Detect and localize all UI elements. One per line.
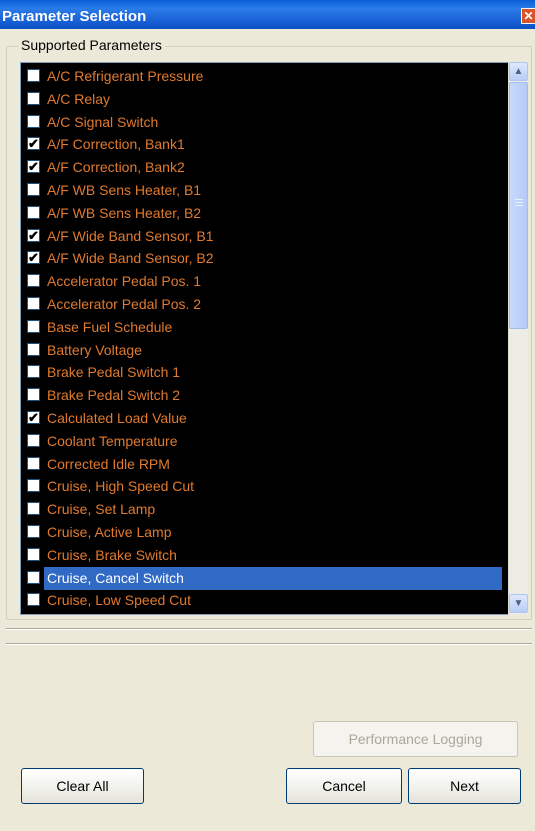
parameter-checkbox[interactable]: ✔ xyxy=(27,251,40,265)
parameter-row[interactable]: ✔ A/F Correction, Bank1 xyxy=(21,133,509,156)
parameter-label: Accelerator Pedal Pos. 1 xyxy=(47,273,202,290)
parameter-row[interactable]: Coolant Temperature xyxy=(21,430,509,453)
chevron-down-icon: ▼ xyxy=(513,598,524,609)
parameter-checkbox[interactable] xyxy=(27,456,40,470)
parameter-row[interactable]: ✔ A/F Wide Band Sensor, B2 xyxy=(21,247,509,270)
clear-all-button[interactable]: Clear All xyxy=(21,768,144,804)
scroll-thumb[interactable] xyxy=(509,82,528,329)
parameter-checkbox[interactable] xyxy=(27,388,40,402)
parameter-row[interactable]: Battery Voltage xyxy=(21,339,509,362)
scroll-up-button[interactable]: ▲ xyxy=(509,62,528,81)
grip-line xyxy=(515,202,523,203)
parameter-row[interactable]: Cruise, Brake Switch xyxy=(21,544,509,567)
parameter-label: Calculated Load Value xyxy=(47,410,187,426)
parameter-checkbox[interactable] xyxy=(27,547,40,561)
group-label: Supported Parameters xyxy=(18,37,165,53)
parameter-checkbox[interactable] xyxy=(27,342,40,356)
parameter-label: Battery Voltage xyxy=(47,341,142,358)
parameter-checkbox[interactable] xyxy=(27,205,40,219)
performance-logging-button[interactable]: Performance Logging xyxy=(313,721,518,757)
divider xyxy=(6,628,532,630)
parameter-checkbox[interactable] xyxy=(27,365,40,379)
parameter-checkbox[interactable]: ✔ xyxy=(27,411,40,424)
parameter-label: Brake Pedal Switch 1 xyxy=(47,364,181,381)
parameter-row[interactable]: Cruise, Cancel Switch xyxy=(21,566,509,590)
parameter-row[interactable]: Accelerator Pedal Pos. 2 xyxy=(21,293,509,316)
parameter-label: A/F Wide Band Sensor, B2 xyxy=(47,250,214,267)
parameter-checkbox[interactable] xyxy=(27,502,40,516)
window-title: Parameter Selection xyxy=(2,8,147,25)
parameter-checkbox[interactable] xyxy=(27,593,40,607)
parameter-row[interactable]: A/F WB Sens Heater, B2 xyxy=(21,202,509,225)
parameter-row[interactable]: Accelerator Pedal Pos. 1 xyxy=(21,270,509,293)
chevron-up-icon: ▲ xyxy=(513,66,524,77)
next-button[interactable]: Next xyxy=(408,768,521,804)
parameter-label: Corrected Idle RPM xyxy=(47,455,170,472)
parameter-row[interactable]: ✔ A/F Wide Band Sensor, B1 xyxy=(21,225,509,248)
parameter-row[interactable]: Cruise, Set Lamp xyxy=(21,498,509,521)
title-bar[interactable]: Parameter Selection ✕ xyxy=(0,0,535,29)
parameter-label: Cruise, Cancel Switch xyxy=(44,566,502,590)
parameter-label: A/F Correction, Bank1 xyxy=(47,136,185,153)
parameter-label: Cruise, Low Speed Cut xyxy=(47,592,191,609)
parameter-row[interactable]: A/C Refrigerant Pressure xyxy=(21,65,509,88)
cancel-button[interactable]: Cancel xyxy=(286,768,402,804)
parameter-label: A/F WB Sens Heater, B1 xyxy=(47,182,202,198)
parameter-label: A/C Signal Switch xyxy=(47,113,159,130)
parameter-label: Cruise, Active Lamp xyxy=(47,524,172,540)
parameter-row[interactable]: A/C Signal Switch xyxy=(21,111,509,134)
parameter-checkbox[interactable]: ✔ xyxy=(27,228,40,242)
parameter-row[interactable]: Cruise, Active Lamp xyxy=(21,521,509,544)
parameter-selection-dialog: Parameter Selection ✕ Supported Paramete… xyxy=(0,0,535,831)
parameter-row[interactable]: Base Fuel Schedule xyxy=(21,316,509,339)
parameter-label: Cruise, Set Lamp xyxy=(47,501,156,518)
parameter-checkbox[interactable] xyxy=(27,433,40,447)
parameter-checkbox[interactable] xyxy=(27,479,40,493)
parameter-label: Cruise, High Speed Cut xyxy=(47,478,195,495)
parameter-row[interactable]: Brake Pedal Switch 2 xyxy=(21,384,509,407)
parameter-label: Base Fuel Schedule xyxy=(47,318,173,335)
parameter-label: A/C Refrigerant Pressure xyxy=(47,68,204,84)
parameter-checkbox[interactable] xyxy=(27,69,40,82)
parameter-checkbox[interactable] xyxy=(27,274,40,288)
parameter-row[interactable]: Brake Pedal Switch 1 xyxy=(21,361,509,384)
parameter-checkbox[interactable] xyxy=(27,319,40,333)
parameter-label: A/F Wide Band Sensor, B1 xyxy=(47,227,214,244)
parameter-row[interactable]: Cruise, Low Speed Cut xyxy=(21,589,509,612)
scroll-down-button[interactable]: ▼ xyxy=(509,594,528,613)
parameter-checkbox[interactable] xyxy=(27,525,40,538)
parameter-checkbox[interactable] xyxy=(27,183,40,196)
parameter-label: A/C Relay xyxy=(47,90,111,107)
parameter-label: A/F Correction, Bank2 xyxy=(47,159,185,176)
parameter-checkbox[interactable]: ✔ xyxy=(27,160,40,174)
parameter-row[interactable]: Corrected Idle RPM xyxy=(21,453,509,476)
parameter-row[interactable]: A/F WB Sens Heater, B1 xyxy=(21,179,509,202)
parameter-checkbox[interactable] xyxy=(27,570,40,584)
parameter-row[interactable]: A/C Relay xyxy=(21,88,509,111)
grip-line xyxy=(515,205,523,206)
parameter-label: A/F WB Sens Heater, B2 xyxy=(47,204,202,221)
parameter-label: Brake Pedal Switch 2 xyxy=(47,387,181,404)
parameter-checkbox[interactable] xyxy=(27,297,40,310)
parameter-checkbox[interactable] xyxy=(27,91,40,105)
parameter-row[interactable]: ✔ A/F Correction, Bank2 xyxy=(21,156,509,179)
close-icon[interactable]: ✕ xyxy=(521,8,535,24)
parameter-checkbox[interactable]: ✔ xyxy=(27,137,40,151)
parameter-label: Cruise, Brake Switch xyxy=(47,546,177,563)
parameter-label: Coolant Temperature xyxy=(47,432,178,449)
parameter-list[interactable]: A/C Refrigerant Pressure A/C Relay A/C Sig… xyxy=(20,62,528,615)
parameter-row[interactable]: Cruise, High Speed Cut xyxy=(21,475,509,498)
parameter-checkbox[interactable] xyxy=(27,114,40,128)
vertical-scrollbar[interactable]: ▲ ▼ xyxy=(508,62,528,615)
divider xyxy=(6,643,532,645)
grip-line xyxy=(515,199,523,200)
parameter-row[interactable]: ✔ Calculated Load Value xyxy=(21,407,509,430)
parameter-label: Accelerator Pedal Pos. 2 xyxy=(47,296,202,312)
